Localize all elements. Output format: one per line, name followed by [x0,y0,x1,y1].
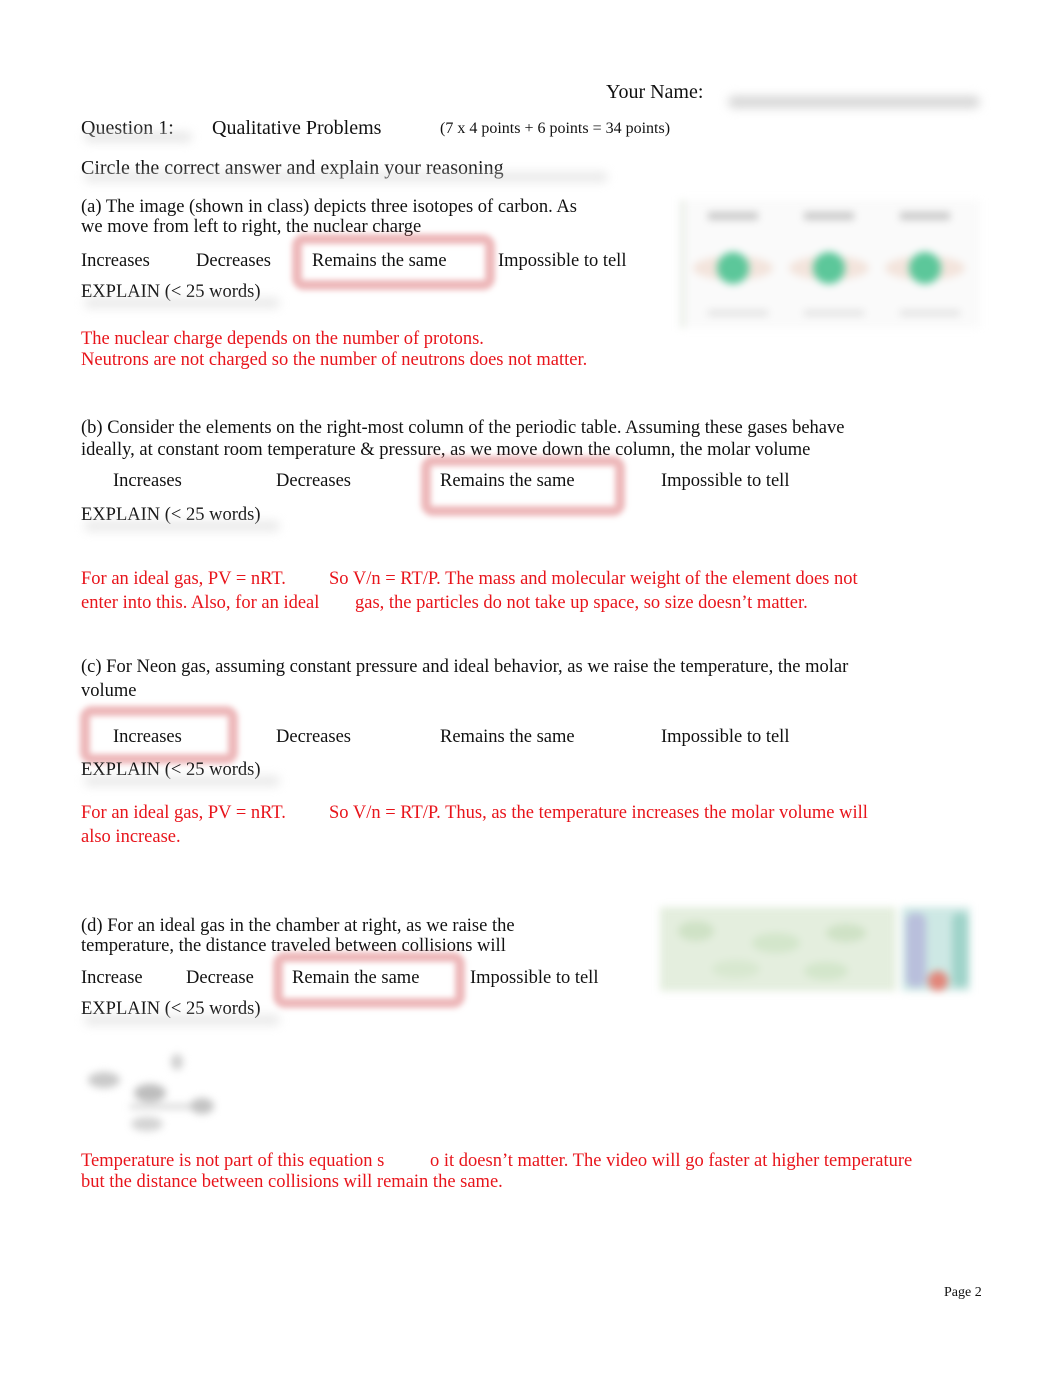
mean-free-path-equation-image [82,1048,227,1140]
question-title: Qualitative Problems [212,117,382,139]
points-note: (7 x 4 points + 6 points = 34 points) [440,120,671,137]
part-a-option-remains-same[interactable]: Remains the same [312,250,447,272]
part-b-option-increases[interactable]: Increases [113,470,182,492]
part-c-answer-line1b: So V/n = RT/P. Thus, as the temperature … [329,803,868,823]
part-a-answer-line2: Neutrons are not charged so the number o… [81,350,588,370]
part-b-prompt-line1: (b) Consider the elements on the right-m… [81,418,845,438]
part-c-prompt-line2: volume [81,681,137,701]
gas-chamber-image [656,903,974,995]
instruction-shadow [84,172,608,182]
question-label-shadow [84,132,192,142]
part-a-option-increases[interactable]: Increases [81,250,150,272]
part-c-option-remains-same[interactable]: Remains the same [440,726,575,748]
part-b-answer-line2a: enter into this. Also, for an ideal [81,593,320,613]
part-d-prompt-line1: (d) For an ideal gas in the chamber at r… [81,916,515,936]
part-d-option-decrease[interactable]: Decrease [186,967,254,989]
part-a-answer-line1: The nuclear charge depends on the number… [81,329,484,349]
part-c-explain-shadow [84,776,280,786]
part-d-option-increase[interactable]: Increase [81,967,143,989]
part-b-option-impossible[interactable]: Impossible to tell [661,470,789,492]
part-d-answer-line2: but the distance between collisions will… [81,1172,503,1192]
part-a-prompt-line1: (a) The image (shown in class) depicts t… [81,197,577,217]
part-c-answer-line2: also increase. [81,827,181,847]
part-b-answer-line1b: So V/n = RT/P. The mass and molecular we… [329,569,858,589]
carbon-isotopes-image [672,196,984,332]
part-a-option-impossible[interactable]: Impossible to tell [498,250,626,272]
part-d-explain-shadow [84,1015,280,1025]
part-d-option-impossible[interactable]: Impossible to tell [470,967,598,989]
part-c-option-increases[interactable]: Increases [113,726,182,748]
part-b-answer-line1a: For an ideal gas, PV = nRT. [81,569,286,589]
part-b-explain-shadow [84,521,280,531]
page-number: Page 2 [944,1285,982,1300]
part-c-prompt-line1: (c) For Neon gas, assuming constant pres… [81,657,849,677]
part-b-answer-line2b: gas, the particles do not take up space,… [355,593,808,613]
part-c-option-decreases[interactable]: Decreases [276,726,351,748]
part-c-answer-line1a: For an ideal gas, PV = nRT. [81,803,286,823]
equation-graphic [88,1054,214,1131]
gas-chamber-graphic [660,907,970,991]
carbon-isotopes-graphic [680,200,980,328]
part-d-answer-line1b: o it doesn’t matter. The video will go f… [430,1151,913,1171]
part-d-option-remain-same[interactable]: Remain the same [292,967,419,989]
part-c-option-impossible[interactable]: Impossible to tell [661,726,789,748]
part-a-option-decreases[interactable]: Decreases [196,250,271,272]
part-b-option-decreases[interactable]: Decreases [276,470,351,492]
part-a-explain-shadow [84,298,280,308]
part-d-answer-line1a: Temperature is not part of this equation… [81,1151,385,1171]
name-field[interactable] [728,96,980,108]
name-label: Your Name: [606,81,704,103]
part-b-option-remains-same[interactable]: Remains the same [440,470,575,492]
